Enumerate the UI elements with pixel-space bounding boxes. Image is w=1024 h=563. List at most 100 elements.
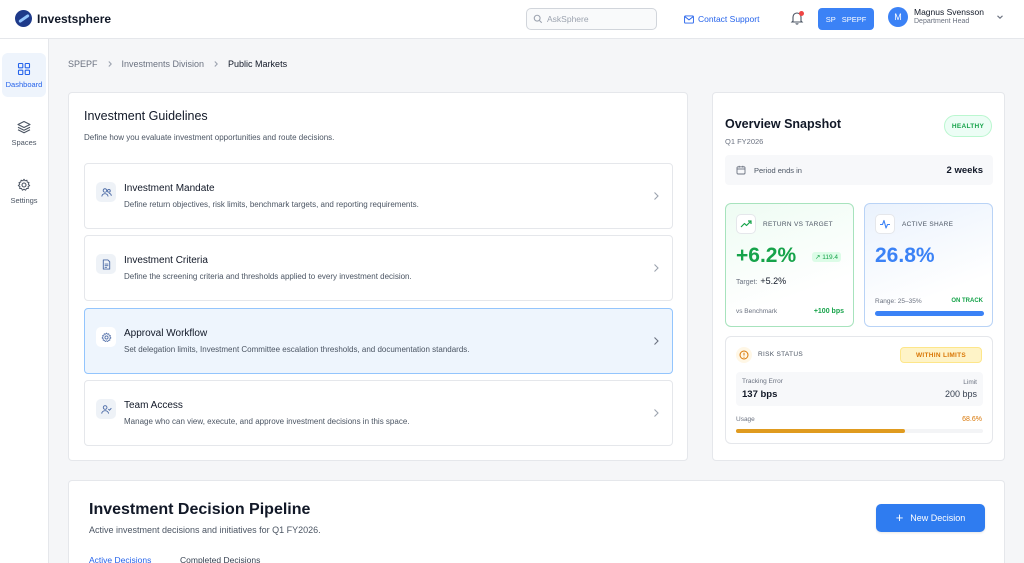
- search-icon: [533, 14, 543, 24]
- metric-icon-box: [875, 214, 895, 234]
- overview-period: Q1 FY2026: [725, 137, 764, 146]
- usage-progress-track: [736, 429, 983, 433]
- guideline-icon-box: [96, 182, 116, 202]
- target-value: +5.2%: [760, 276, 787, 286]
- sidebar-item-label: Spaces: [11, 137, 37, 147]
- layers-icon: [17, 120, 31, 133]
- decision-pipeline-card: Investment Decision Pipeline Active inve…: [68, 480, 1005, 563]
- guideline-item-desc: Set delegation limits, Investment Commit…: [124, 345, 470, 354]
- tracking-error-label: Tracking Error: [742, 378, 783, 385]
- mail-icon: [684, 14, 694, 24]
- return-vs-target-card[interactable]: RETURN VS TARGET +6.2% ↗ 119.4 Target: +5…: [725, 203, 854, 327]
- overview-snapshot-card: Overview Snapshot Q1 FY2026 HEALTHY Peri…: [712, 92, 1005, 461]
- risk-status-card[interactable]: RISK STATUS WITHIN LIMITS Tracking Error…: [725, 336, 993, 444]
- range-label: Range: 25–35%: [875, 298, 922, 305]
- guideline-item-title: Investment Mandate: [124, 183, 215, 194]
- guideline-item-title: Team Access: [124, 400, 183, 411]
- sidebar-item-dashboard[interactable]: Dashboard: [2, 53, 46, 97]
- activity-icon: [880, 219, 890, 229]
- chevron-right-icon: [654, 409, 659, 417]
- user-name: Magnus Svensson: [914, 7, 984, 17]
- tracking-error-value: 137 bps: [742, 389, 778, 400]
- tab-completed-decisions[interactable]: Completed Decisions: [180, 555, 260, 563]
- breadcrumb-item[interactable]: SPEPF: [68, 59, 98, 69]
- gear-icon: [17, 178, 31, 191]
- search-box[interactable]: [526, 8, 657, 30]
- within-limits-badge: WITHIN LIMITS: [900, 347, 982, 363]
- tab-active-decisions[interactable]: Active Decisions: [89, 555, 151, 563]
- chevron-right-icon: [107, 61, 112, 67]
- user-menu[interactable]: M Magnus Svensson Department Head: [888, 7, 1004, 27]
- risk-label: RISK STATUS: [758, 351, 803, 358]
- period-row: Period ends in 2 weeks: [725, 155, 993, 185]
- investment-guidelines-card: Investment Guidelines Define how you eva…: [68, 92, 688, 461]
- sidebar-item-label: Settings: [10, 195, 38, 205]
- active-share-progress-fill: [875, 311, 984, 316]
- target-label: Target:: [736, 279, 758, 286]
- usage-label: Usage: [736, 416, 755, 423]
- active-share-card[interactable]: ACTIVE SHARE 26.8% Range: 25–35% ON TRAC…: [864, 203, 993, 327]
- guideline-item-team-access[interactable]: Team Access Manage who can view, execute…: [84, 380, 673, 446]
- usage-value: 68.6%: [962, 416, 982, 423]
- sidebar-item-spaces[interactable]: Spaces: [2, 111, 46, 155]
- user-info: Magnus Svensson Department Head: [914, 7, 984, 27]
- chevron-right-icon: [214, 61, 219, 67]
- guideline-item-investment-mandate[interactable]: Investment Mandate Define return objecti…: [84, 163, 673, 229]
- guideline-item-desc: Manage who can view, execute, and approv…: [124, 417, 410, 426]
- guideline-item-approval-workflow[interactable]: Approval Workflow Set delegation limits,…: [84, 308, 673, 374]
- app-logo[interactable]: Investsphere: [15, 10, 111, 27]
- metric-target: Target: +5.2%: [736, 276, 786, 286]
- logo-icon: [15, 10, 32, 27]
- calendar-icon: [736, 165, 746, 175]
- chevron-down-icon: [997, 15, 1003, 19]
- contact-support-link[interactable]: Contact Support: [684, 14, 759, 24]
- breadcrumb: SPEPF Investments Division Public Market…: [68, 59, 287, 69]
- sidebar-item-label: Dashboard: [5, 79, 43, 89]
- guideline-item-desc: Define return objectives, risk limits, b…: [124, 200, 419, 209]
- breadcrumb-current: Public Markets: [228, 59, 288, 69]
- pipeline-title: Investment Decision Pipeline: [89, 501, 311, 518]
- user-role: Department Head: [914, 18, 970, 25]
- search-input[interactable]: [547, 14, 647, 24]
- guideline-icon-box: [96, 399, 116, 419]
- guideline-icon-box: [96, 327, 116, 347]
- sidebar-item-settings[interactable]: Settings: [2, 169, 46, 213]
- notification-dot: [799, 11, 804, 16]
- metric-label: RETURN VS TARGET: [763, 221, 833, 228]
- trending-up-icon: [740, 220, 752, 228]
- app-name: Investsphere: [37, 11, 112, 26]
- guideline-item-investment-criteria[interactable]: Investment Criteria Define the screening…: [84, 235, 673, 301]
- metric-delta: ↗ 119.4: [812, 252, 842, 262]
- risk-icon-box: [736, 347, 752, 363]
- guideline-icon-box: [96, 254, 116, 274]
- tracking-error-box: Tracking Error 137 bps Limit 200 bps: [736, 372, 983, 406]
- metric-icon-box: [736, 214, 756, 234]
- top-bar: Investsphere Contact Support SP SPEPF M …: [0, 0, 1024, 39]
- pipeline-subtitle: Active investment decisions and initiati…: [89, 525, 321, 535]
- active-share-progress-track: [875, 311, 984, 316]
- metric-value: +6.2%: [736, 244, 797, 267]
- metric-value: 26.8%: [875, 244, 935, 267]
- gear-icon: [101, 332, 111, 342]
- metric-label: ACTIVE SHARE: [902, 221, 954, 228]
- breadcrumb-item[interactable]: Investments Division: [122, 59, 205, 69]
- new-decision-label: New Decision: [910, 513, 966, 523]
- new-decision-button[interactable]: + New Decision: [876, 504, 985, 532]
- health-status-badge: HEALTHY: [944, 115, 992, 137]
- plus-icon: +: [895, 510, 904, 525]
- chevron-right-icon: [654, 337, 659, 345]
- users-icon: [100, 187, 112, 197]
- period-label: Period ends in: [754, 166, 802, 175]
- usage-progress-fill: [736, 429, 906, 433]
- benchmark-value: +100 bps: [813, 308, 844, 315]
- guideline-item-desc: Define the screening criteria and thresh…: [124, 272, 412, 281]
- on-track-status: ON TRACK: [951, 298, 983, 304]
- chevron-right-icon: [654, 264, 659, 272]
- period-value: 2 weeks: [946, 165, 983, 176]
- benchmark-label: vs Benchmark: [736, 308, 778, 315]
- limit-value: 200 bps: [944, 389, 977, 399]
- user-check-icon: [100, 404, 112, 414]
- overview-title: Overview Snapshot: [725, 117, 842, 131]
- sidebar: Dashboard Spaces Settings: [0, 39, 49, 563]
- space-switcher-button[interactable]: SP SPEPF: [818, 8, 874, 30]
